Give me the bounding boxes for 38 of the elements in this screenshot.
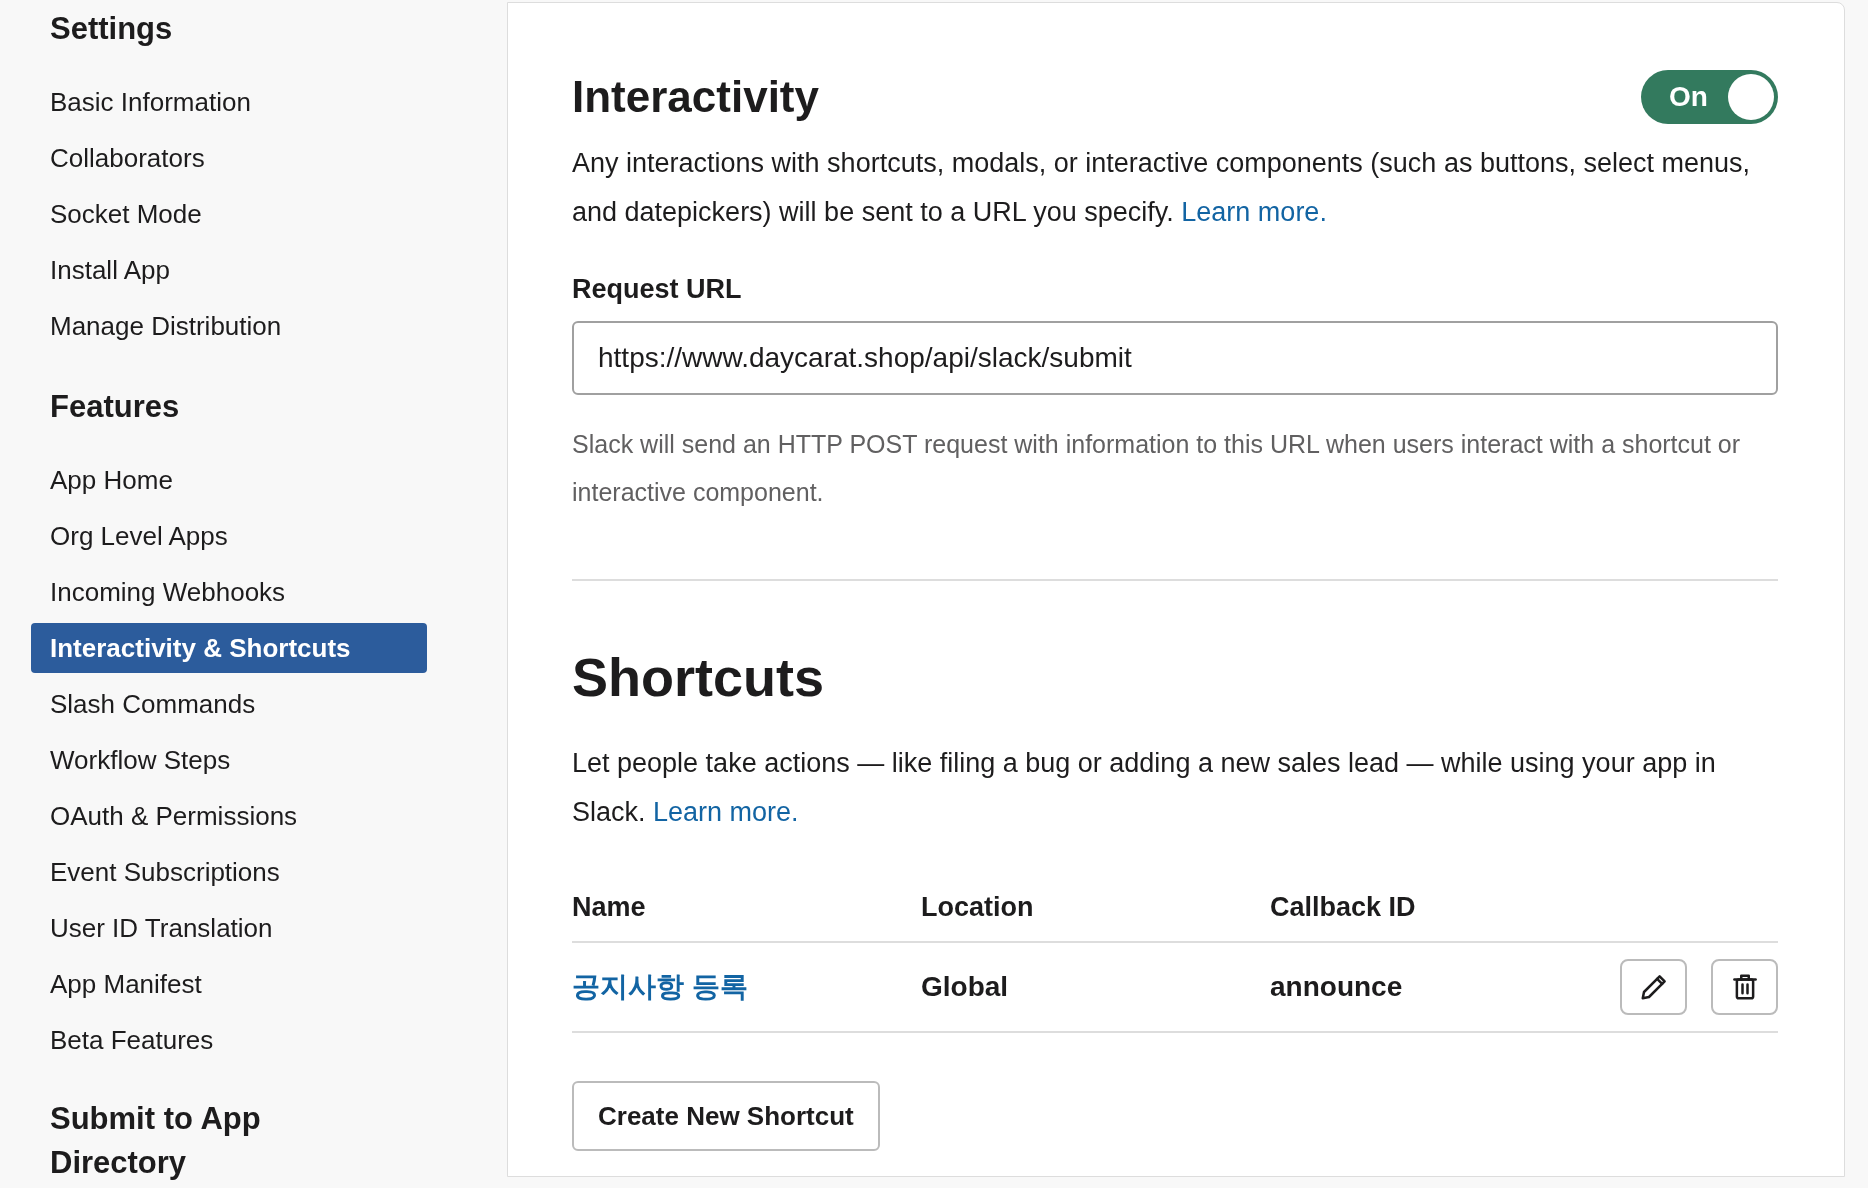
column-header: Name <box>572 890 647 924</box>
sidebar-item[interactable]: User ID Translation <box>31 903 427 953</box>
sidebar-item[interactable]: Workflow Steps <box>31 735 427 785</box>
section-title: Interactivity <box>572 71 819 123</box>
create-shortcut-button[interactable]: Create New Shortcut <box>572 1081 880 1151</box>
column-header: Location <box>921 890 1035 924</box>
sidebar-item[interactable]: Socket Mode <box>31 189 427 239</box>
table-cell: announce <box>1270 971 1403 1002</box>
sidebar-item[interactable]: Incoming Webhooks <box>31 567 427 617</box>
sidebar-item[interactable]: Org Level Apps <box>31 511 427 561</box>
help-text: Slack will send an HTTP POST request with information to this URL when users interact with a shortcut or interactive component. <box>572 429 1742 508</box>
request-url-field[interactable]: https://www.daycarat.shop/api/slack/submit <box>572 321 1778 395</box>
sidebar-item[interactable]: OAuth & Permissions <box>31 791 427 841</box>
toggle-switch[interactable]: On <box>1641 70 1778 124</box>
table-cell: Global <box>921 971 1009 1002</box>
description-text: Any interactions with shortcuts, modals, or interactive components (such as buttons, select menus, and datepickers) will be sent to a URL you specify. Learn more. <box>572 147 1752 229</box>
sidebar-item[interactable]: Slash Commands <box>31 679 427 729</box>
sidebar-item[interactable]: Basic Information <box>31 77 427 127</box>
sidebar-item[interactable]: App Home <box>31 455 427 505</box>
sidebar-heading: Features <box>49 388 181 426</box>
learn-more-link[interactable]: Learn more. <box>653 797 799 827</box>
delete-button[interactable] <box>1711 959 1778 1015</box>
learn-more-link[interactable]: Learn more. <box>1181 197 1327 227</box>
description-text: Let people take actions — like filing a bug or adding a new sales lead — while using your app in Slack. Learn more. <box>572 747 1717 829</box>
sidebar-heading: Submit to App Directory <box>49 1100 262 1182</box>
sidebar-item[interactable]: Install App <box>31 245 427 295</box>
sidebar-item[interactable]: Event Subscriptions <box>31 847 427 897</box>
sidebar-item[interactable]: Manage Distribution <box>31 301 427 351</box>
section-title: Shortcuts <box>572 646 826 709</box>
column-header: Callback ID <box>1270 890 1417 924</box>
shortcut-name-link[interactable]: 공지사항 등록 <box>572 971 748 1002</box>
sidebar-item[interactable]: Collaborators <box>31 133 427 183</box>
sidebar-heading: Settings <box>49 10 174 48</box>
sidebar-item[interactable]: App Manifest <box>31 959 427 1009</box>
sidebar-item[interactable]: Interactivity & Shortcuts <box>31 623 427 673</box>
edit-button[interactable] <box>1620 959 1687 1015</box>
field-label: Request URL <box>572 273 743 306</box>
sidebar-item[interactable]: Beta Features <box>31 1015 427 1065</box>
